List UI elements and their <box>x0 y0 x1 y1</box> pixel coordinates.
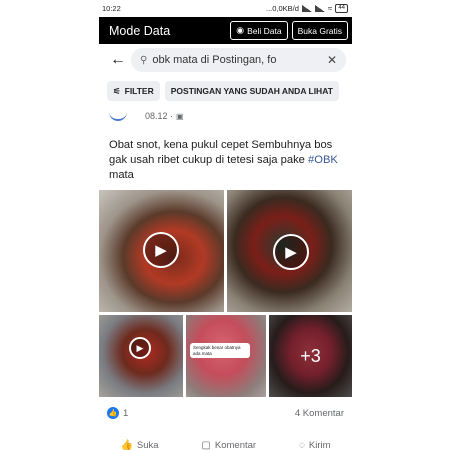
like-reaction-icon: 👍 <box>107 407 119 419</box>
search-query: obk mata di Postingan, fo <box>152 54 277 66</box>
buy-data-button[interactable]: ◉ Beli Data <box>230 21 288 40</box>
wifi-icon: ≈ <box>327 3 333 13</box>
comment-button[interactable]: ▢ Komentar <box>201 440 256 450</box>
back-arrow-icon[interactable]: ← <box>105 51 131 69</box>
messenger-icon: ◌ <box>298 439 305 450</box>
post-actions: 👍 Suka ▢ Komentar ◌ Kirim <box>99 436 352 450</box>
video-thumbnail[interactable]: ▶ <box>227 190 352 312</box>
photo-thumbnail[interactable]: Sengkak benar obatnya ada mata <box>186 315 266 397</box>
comment-count[interactable]: 4 Komentar <box>295 408 344 419</box>
network-speed: ...0,0KB/d <box>265 4 299 13</box>
post-header: 08.12 · ▣ <box>99 106 352 126</box>
play-icon: ▶ <box>273 234 309 270</box>
phone-screen: 10:22 ...0,0KB/d ≈ 44 Mode Data ◉ Beli D… <box>99 0 352 450</box>
reaction-count[interactable]: 1 <box>123 408 128 419</box>
seen-posts-chip[interactable]: POSTINGAN YANG SUDAH ANDA LIHAT <box>164 81 339 101</box>
sliders-icon: ⚟ <box>113 85 121 96</box>
status-bar: 10:22 ...0,0KB/d ≈ 44 <box>99 0 352 17</box>
share-button[interactable]: ◌ Kirim <box>299 440 331 450</box>
open-free-button[interactable]: Buka Gratis <box>291 21 348 40</box>
signal-icon-2 <box>314 5 325 12</box>
avatar[interactable] <box>109 112 127 121</box>
mode-title: Mode Data <box>109 23 171 38</box>
filter-button[interactable]: ⚟ FILTER <box>107 81 160 101</box>
post-time[interactable]: 08.12 · <box>145 111 173 121</box>
filter-row: ⚟ FILTER POSTINGAN YANG SUDAH ANDA LIHAT <box>99 76 352 106</box>
battery-icon: 44 <box>335 4 348 13</box>
hashtag-link[interactable]: #OBK <box>308 154 338 166</box>
comment-icon: ▢ <box>201 439 211 450</box>
play-icon: ▶ <box>143 232 179 268</box>
signal-icon <box>301 5 312 12</box>
search-row: ← ⚲ obk mata di Postingan, fo ✕ <box>99 44 352 76</box>
search-icon: ⚲ <box>140 54 148 66</box>
more-photos-thumbnail[interactable]: +3 <box>269 315 352 397</box>
data-mode-bar: Mode Data ◉ Beli Data Buka Gratis <box>99 17 352 44</box>
more-photos-count: +3 <box>269 315 352 397</box>
reaction-summary: 👍 1 4 Komentar <box>99 404 352 422</box>
video-thumbnail[interactable]: ▶ <box>99 190 224 312</box>
play-icon: ▶ <box>129 337 151 359</box>
photo-caption: Sengkak benar obatnya ada mata <box>190 343 250 358</box>
thumbs-up-icon: 👍 <box>120 439 133 450</box>
search-input[interactable]: ⚲ obk mata di Postingan, fo ✕ <box>131 48 346 72</box>
status-time: 10:22 <box>102 4 121 13</box>
like-button[interactable]: 👍 Suka <box>120 440 158 450</box>
video-thumbnail[interactable]: ▶ <box>99 315 183 397</box>
post-text: Obat snot, kena pukul cepet Sembuhnya bo… <box>109 139 338 181</box>
data-icon: ◉ <box>236 25 245 35</box>
audience-icon: ▣ <box>176 111 184 121</box>
media-grid: ▶ ▶ ▶ Sengkak benar obatnya ada mata +3 <box>99 190 352 397</box>
close-icon[interactable]: ✕ <box>327 53 337 67</box>
